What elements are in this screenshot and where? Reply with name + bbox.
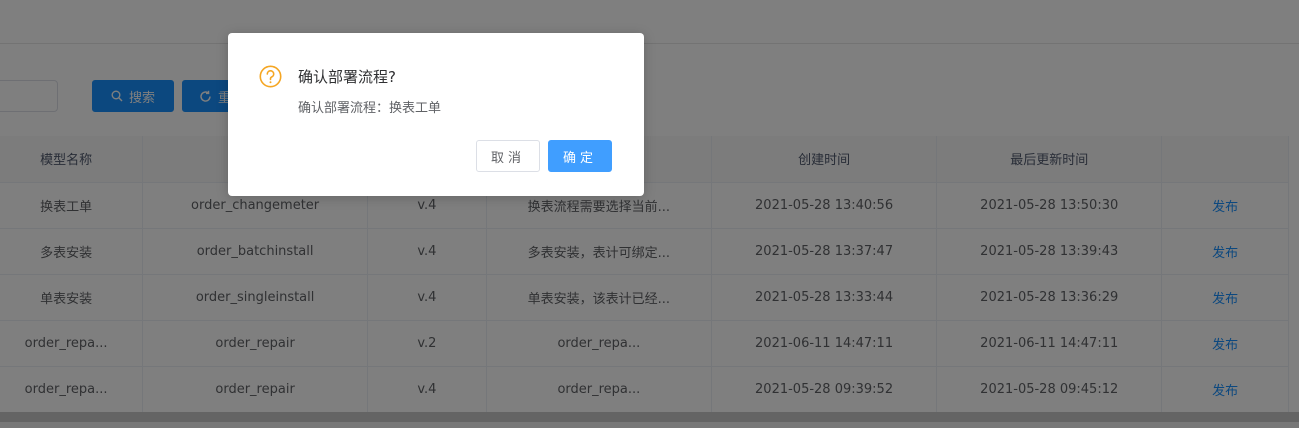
dialog-message: 确认部署流程：换表工单 (298, 101, 442, 116)
modal-overlay[interactable] (0, 0, 1299, 428)
question-circle-icon (259, 65, 282, 88)
cancel-button[interactable]: 取消 (476, 140, 540, 172)
confirm-button[interactable]: 确定 (548, 140, 612, 172)
confirm-dialog: 确认部署流程? 确认部署流程：换表工单 取消 确定 (228, 33, 644, 196)
dialog-title: 确认部署流程? (298, 68, 396, 86)
